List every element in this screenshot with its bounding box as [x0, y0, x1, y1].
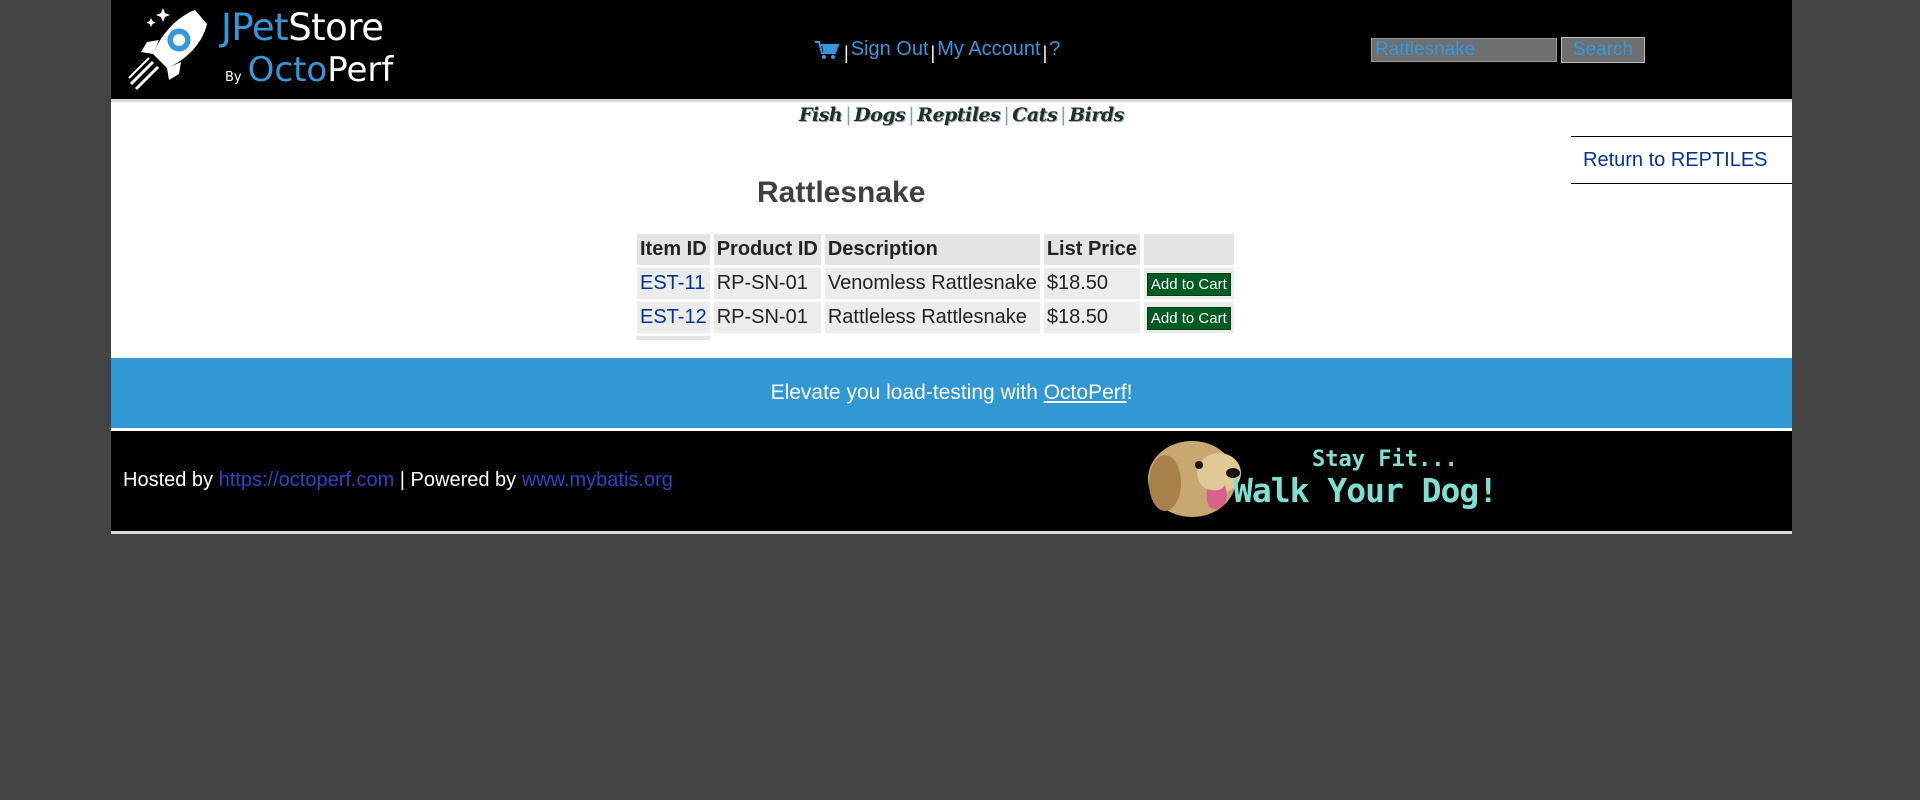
return-to-category-link[interactable]: Return to REPTILES: [1571, 136, 1792, 184]
sign-out-link[interactable]: Sign Out: [851, 38, 929, 60]
brand-byline: By OctoPerf: [225, 50, 393, 90]
table-row: EST-12 RP-SN-01 Rattleless Rattlesnake $…: [637, 302, 1234, 333]
banner-walk-your-dog: Walk Your Dog!: [1233, 471, 1498, 510]
price-cell: $18.50: [1043, 302, 1140, 333]
add-to-cart-button[interactable]: Add to Cart: [1146, 272, 1231, 296]
column-header-item-id: Item ID: [637, 234, 710, 265]
menu-separator: |: [844, 43, 849, 63]
powered-by-label: | Powered by: [394, 469, 522, 491]
header: JPetStore By OctoPerf | Sign Out | My Accoun…: [111, 0, 1792, 102]
brand-octo: Octo: [247, 50, 328, 90]
action-cell: Add to Cart: [1143, 302, 1234, 333]
header-menu: | Sign Out | My Account |?: [814, 38, 1060, 63]
menu-separator: |: [930, 43, 936, 63]
cart-icon[interactable]: [814, 39, 840, 61]
promo-octoperf-link[interactable]: OctoPerf: [1044, 381, 1127, 404]
search-input[interactable]: [1371, 38, 1557, 62]
footer: Hosted by https://octoperf.com | Powered…: [111, 431, 1792, 534]
walk-your-dog-banner: Stay Fit... Walk Your Dog!: [1137, 431, 1557, 521]
dog-image: [1148, 441, 1241, 517]
rocket-icon: [128, 8, 207, 91]
logo[interactable]: JPetStore By OctoPerf: [123, 2, 393, 92]
brand-jpet: JPet: [221, 6, 289, 49]
my-account-link[interactable]: My Account: [937, 38, 1040, 60]
item-id-cell: EST-11: [637, 268, 710, 299]
price-cell: $18.50: [1043, 268, 1140, 299]
table-row: EST-11 RP-SN-01 Venomless Rattlesnake $1…: [637, 268, 1234, 299]
description-cell: Rattleless Rattlesnake: [824, 302, 1040, 333]
promo-banner: Elevate you load-testing with OctoPerf!: [111, 358, 1792, 428]
add-to-cart-button[interactable]: Add to Cart: [1146, 306, 1231, 330]
search-form: Search: [1371, 37, 1645, 63]
search-button[interactable]: Search: [1561, 37, 1645, 63]
promo-suffix: !: [1126, 381, 1133, 404]
menu-separator: |: [1042, 43, 1048, 63]
brand-perf: Perf: [327, 50, 394, 90]
hosted-by-link[interactable]: https://octoperf.com: [219, 469, 395, 491]
footer-credits: Hosted by https://octoperf.com | Powered…: [123, 469, 673, 492]
item-id-cell: EST-12: [637, 302, 710, 333]
product-id-cell: RP-SN-01: [713, 268, 821, 299]
product-title: Rattlesnake: [757, 176, 926, 209]
page-container: JPetStore By OctoPerf | Sign Out | My Accoun…: [111, 0, 1792, 534]
empty-cell: [637, 336, 710, 340]
item-id-link[interactable]: EST-12: [640, 306, 707, 328]
brand-by: By: [225, 70, 242, 85]
banner-stay-fit: Stay Fit...: [1312, 447, 1458, 472]
promo-text: Elevate you load-testing with: [770, 381, 1044, 404]
help-link[interactable]: ?: [1049, 38, 1060, 60]
column-header-list-price: List Price: [1043, 234, 1140, 265]
item-id-link[interactable]: EST-11: [640, 272, 705, 294]
column-header-action: [1143, 234, 1234, 265]
column-header-product-id: Product ID: [713, 234, 821, 265]
brand-name: JPetStore: [221, 6, 384, 49]
table-header-row: Item ID Product ID Description List Pric…: [637, 234, 1234, 265]
action-cell: Add to Cart: [1143, 268, 1234, 299]
table-footer-row: [637, 336, 1234, 340]
column-header-description: Description: [824, 234, 1040, 265]
main-content: Return to REPTILES Rattlesnake Item ID P…: [111, 102, 1792, 357]
description-cell: Venomless Rattlesnake: [824, 268, 1040, 299]
product-id-cell: RP-SN-01: [713, 302, 821, 333]
brand-store: Store: [288, 6, 384, 49]
hosted-by-label: Hosted by: [123, 469, 219, 491]
powered-by-link[interactable]: www.mybatis.org: [522, 469, 673, 491]
item-table: Item ID Product ID Description List Pric…: [633, 231, 1238, 343]
